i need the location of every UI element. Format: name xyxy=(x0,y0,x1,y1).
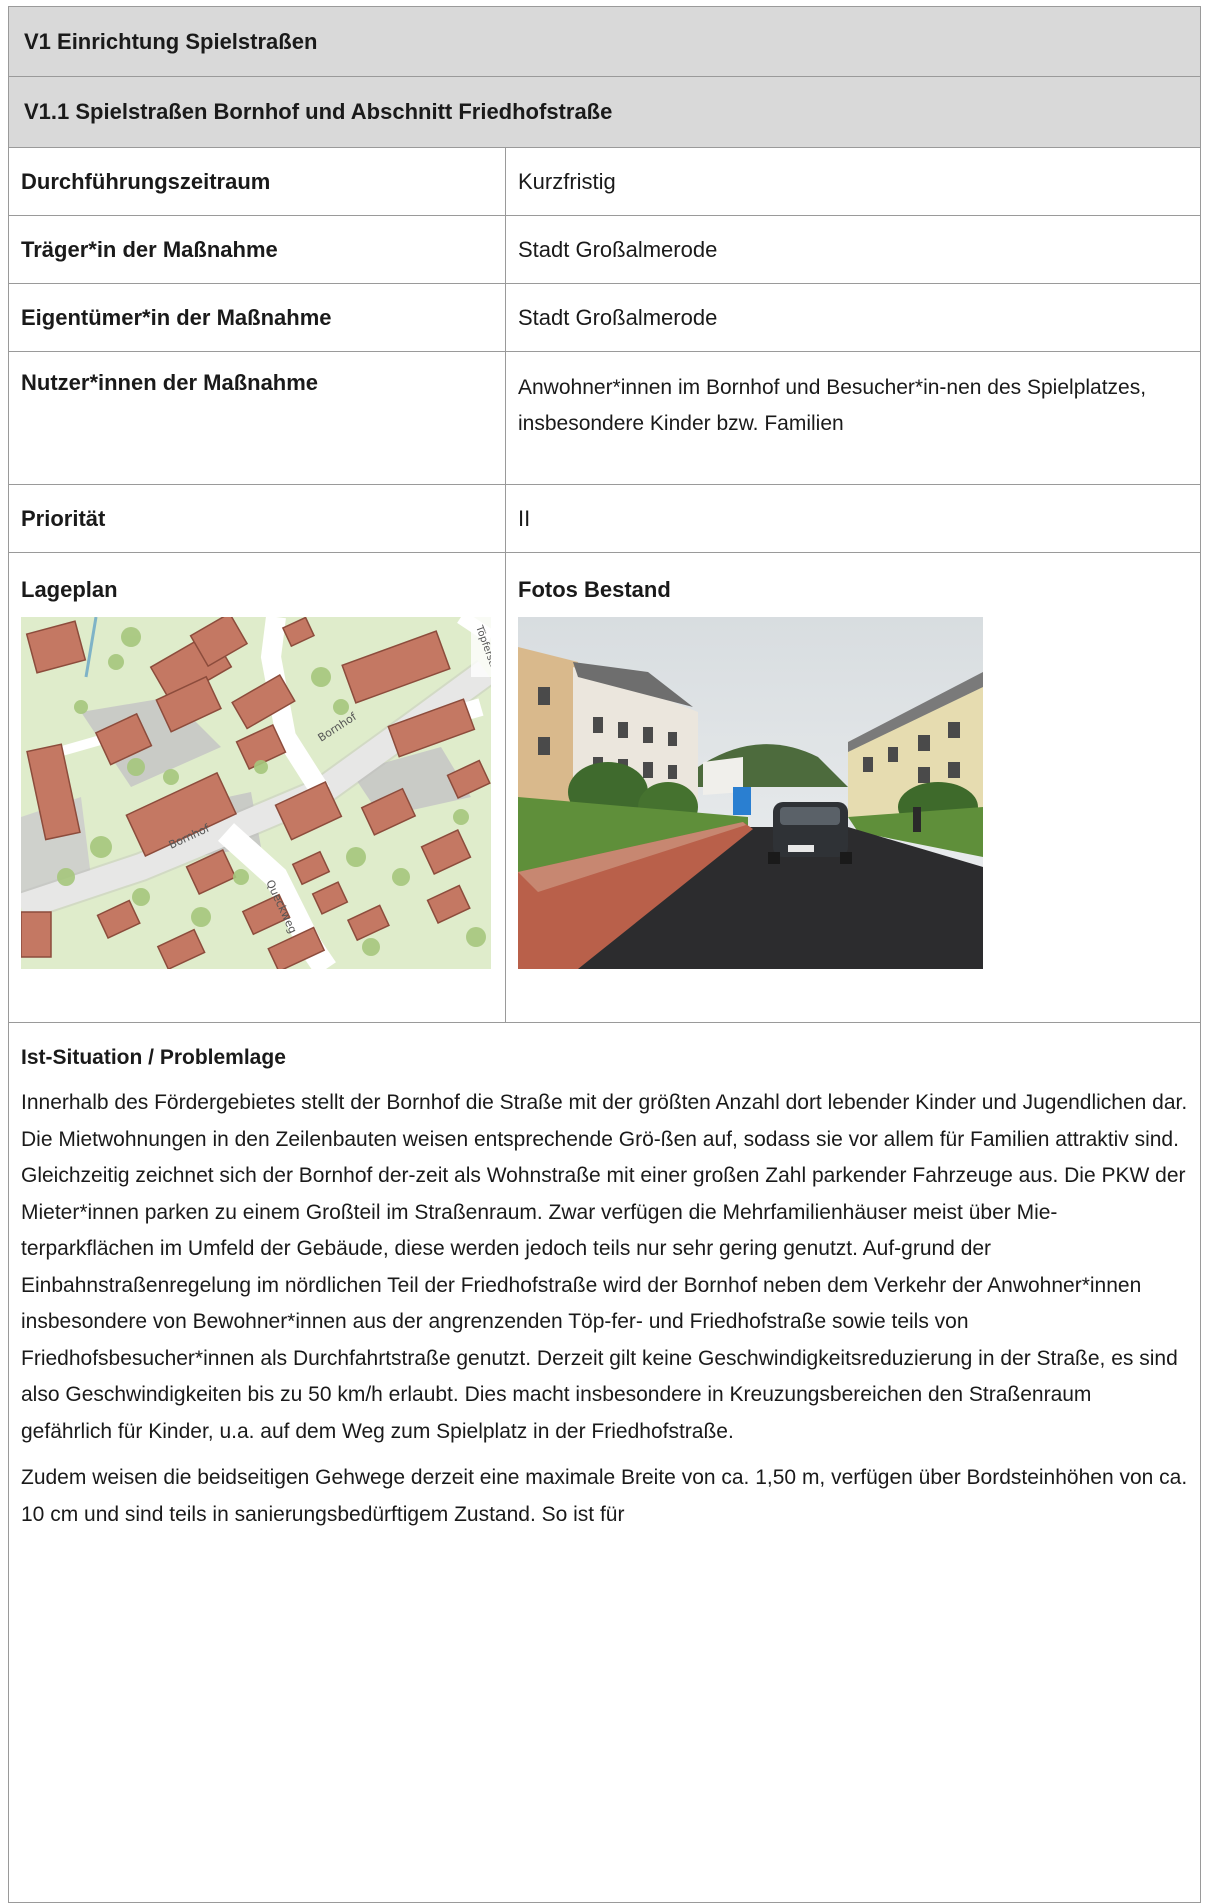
site-map-image: Bornhof Bornhof Queckweg Töpferstraße xyxy=(21,617,491,969)
photo-label: Fotos Bestand xyxy=(518,577,671,602)
row-label: Eigentümer*in der Maßnahme xyxy=(9,284,506,351)
row-label: Nutzer*innen der Maßnahme xyxy=(9,352,506,484)
measure-sheet: V1 Einrichtung Spielstraßen V1.1 Spielst… xyxy=(8,6,1201,1903)
row-zeitraum: Durchführungszeitraum Kurzfristig xyxy=(8,148,1201,216)
map-cell: Lageplan Bornhof Bornhof Queckweg xyxy=(9,553,506,1022)
subsection-title-row: V1.1 Spielstraßen Bornhof und Abschnitt … xyxy=(8,77,1201,148)
situation-heading: Ist-Situation / Problemlage xyxy=(21,1046,286,1069)
row-nutzer: Nutzer*innen der Maßnahme Anwohner*innen… xyxy=(8,352,1201,485)
row-value: Stadt Großalmerode xyxy=(518,236,718,262)
street-photo xyxy=(518,617,983,969)
situation-paragraph: Innerhalb des Fördergebietes stellt der … xyxy=(21,1091,1188,1443)
row-eigentuemer: Eigentümer*in der Maßnahme Stadt Großalm… xyxy=(8,284,1201,352)
section-title-row: V1 Einrichtung Spielstraßen xyxy=(8,6,1201,77)
images-row: Lageplan Bornhof Bornhof Queckweg Fotos … xyxy=(8,553,1201,1023)
row-value: Stadt Großalmerode xyxy=(518,304,718,330)
row-prioritaet: Priorität II xyxy=(8,485,1201,553)
situation-section: Ist-Situation / Problemlage Innerhalb de… xyxy=(8,1023,1201,1903)
street-photo-graphic xyxy=(518,617,983,969)
row-label: Priorität xyxy=(9,485,506,552)
photo-cell: Fotos Bestand xyxy=(506,553,1200,1022)
subsection-title: V1.1 Spielstraßen Bornhof und Abschnitt … xyxy=(24,99,613,124)
row-label: Durchführungszeitraum xyxy=(9,148,506,215)
site-map-graphic: Bornhof Bornhof Queckweg Töpferstraße xyxy=(21,617,491,969)
row-label: Träger*in der Maßnahme xyxy=(9,216,506,283)
row-value: Anwohner*innen im Bornhof und Besucher*i… xyxy=(518,376,1147,435)
map-label: Lageplan xyxy=(21,577,118,602)
row-value: II xyxy=(518,505,531,531)
section-title: V1 Einrichtung Spielstraßen xyxy=(24,28,318,54)
row-traeger: Träger*in der Maßnahme Stadt Großalmerod… xyxy=(8,216,1201,284)
situation-paragraph: Zudem weisen die beidseitigen Gehwege de… xyxy=(21,1466,1188,1526)
row-value: Kurzfristig xyxy=(518,168,616,194)
